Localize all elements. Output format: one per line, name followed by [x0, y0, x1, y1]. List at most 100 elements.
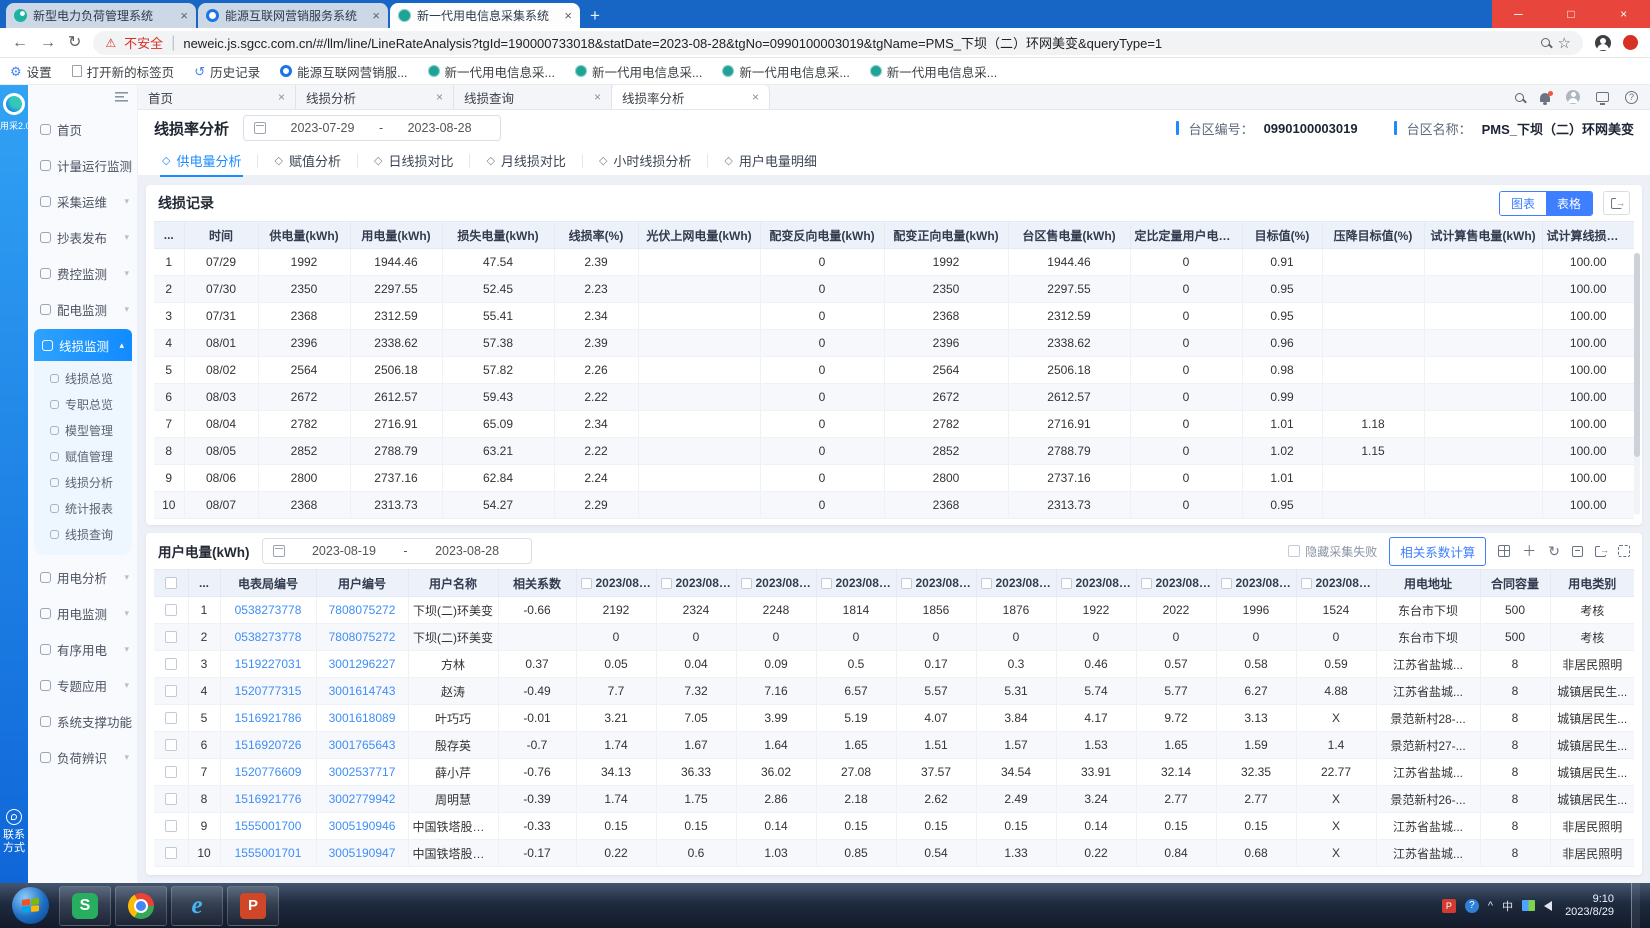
date-col-checkbox[interactable] — [581, 578, 592, 589]
bookmark-item[interactable]: 新一代用电信息采... — [870, 62, 997, 81]
chart-view-button[interactable]: 图表 — [1500, 192, 1546, 215]
tray-help-icon[interactable]: ? — [1465, 899, 1479, 913]
user-no-link[interactable]: 3001618089 — [316, 705, 408, 732]
start-button[interactable] — [12, 887, 49, 924]
taskbar-clock[interactable]: 9:10 2023/8/29 — [1565, 893, 1614, 919]
user-no-link[interactable]: 3005190947 — [316, 840, 408, 867]
row-checkbox[interactable] — [165, 712, 177, 724]
bell-icon[interactable] — [1540, 93, 1550, 102]
browser-tab[interactable]: 新一代用电信息采集系统× — [390, 3, 580, 28]
sidebar-item-采集运维[interactable]: 采集运维▾ — [28, 183, 137, 219]
url-text[interactable]: neweic.js.sgcc.com.cn/#/llm/line/LineRat… — [183, 33, 1532, 52]
subtab-小时线损分析[interactable]: ◇小时线损分析 — [583, 146, 707, 175]
meter-no-link[interactable]: 1519227031 — [220, 651, 316, 678]
meter-no-link[interactable]: 1516921776 — [220, 786, 316, 813]
sidebar-item-抄表发布[interactable]: 抄表发布▾ — [28, 219, 137, 255]
tab-close-icon[interactable]: × — [372, 8, 380, 23]
taskbar-ppt-button[interactable]: P — [227, 886, 279, 926]
taskbar-wps-button[interactable]: S — [59, 886, 111, 926]
bookmark-item[interactable]: 能源互联网营销服... — [280, 62, 407, 81]
tab-close-icon[interactable]: × — [436, 90, 443, 104]
row-checkbox[interactable] — [165, 820, 177, 832]
maximize-button[interactable]: □ — [1545, 0, 1598, 28]
date-col-checkbox[interactable] — [821, 578, 832, 589]
tab-close-icon[interactable]: × — [278, 90, 285, 104]
user-no-link[interactable]: 3001614743 — [316, 678, 408, 705]
table-view-button[interactable]: 表格 — [1546, 192, 1592, 215]
fullscreen-icon[interactable] — [1596, 92, 1609, 102]
subtab-月线损对比[interactable]: ◇月线损对比 — [470, 146, 581, 175]
sidebar-item-专题应用[interactable]: 专题应用▾ — [28, 667, 137, 703]
save-button[interactable] — [1572, 546, 1583, 557]
bookmark-item[interactable]: 新一代用电信息采... — [575, 62, 702, 81]
tray-ime-icon[interactable]: 中 — [1502, 898, 1513, 914]
back-button[interactable]: ← — [12, 35, 28, 51]
row-checkbox[interactable] — [165, 604, 177, 616]
hide-failed-toggle[interactable]: 隐藏采集失败 — [1288, 543, 1377, 560]
tray-network-icon[interactable] — [1522, 900, 1535, 911]
taskbar-chrome-button[interactable] — [115, 886, 167, 926]
correlation-calc-button[interactable]: 相关系数计算 — [1389, 537, 1486, 566]
hide-failed-checkbox[interactable] — [1288, 545, 1300, 557]
update-badge-icon[interactable] — [1623, 35, 1638, 50]
meter-no-link[interactable]: 1520777315 — [220, 678, 316, 705]
workspace-tab-线损查询[interactable]: 线损查询× — [454, 85, 612, 109]
sidebar-item-负荷辨识[interactable]: 负荷辨识▾ — [28, 739, 137, 775]
profile-icon[interactable] — [1595, 35, 1611, 51]
meter-no-link[interactable]: 1520776609 — [220, 759, 316, 786]
tray-red-app-icon[interactable]: P — [1442, 899, 1456, 913]
bookmark-item[interactable]: 打开新的标签页 — [72, 62, 175, 81]
meter-no-link[interactable]: 0538273778 — [220, 597, 316, 624]
date-col-checkbox[interactable] — [981, 578, 992, 589]
sidebar-item-用电分析[interactable]: 用电分析▾ — [28, 559, 137, 595]
user-no-link[interactable]: 3002779942 — [316, 786, 408, 813]
browser-tab[interactable]: 新型电力负荷管理系统× — [6, 3, 196, 28]
table-scrollbar[interactable] — [1634, 253, 1640, 515]
date-col-checkbox[interactable] — [741, 578, 752, 589]
tab-close-icon[interactable]: × — [564, 8, 572, 23]
add-button[interactable]: ＋ — [1522, 544, 1536, 558]
sidebar-item-用电监测[interactable]: 用电监测▾ — [28, 595, 137, 631]
select-all-checkbox[interactable] — [165, 577, 177, 589]
sidebar-subitem-模型管理[interactable]: 模型管理 — [34, 417, 132, 443]
bookmark-item[interactable]: 新一代用电信息采... — [428, 62, 555, 81]
sidebar-item-系统支撑功能[interactable]: 系统支撑功能▾ — [28, 703, 137, 739]
url-bar[interactable]: ⚠ 不安全 | neweic.js.sgcc.com.cn/#/llm/line… — [93, 31, 1583, 55]
browser-tab[interactable]: 能源互联网营销服务系统× — [198, 3, 388, 28]
sidebar-subitem-线损查询[interactable]: 线损查询 — [34, 521, 132, 547]
sidebar-subitem-统计报表[interactable]: 统计报表 — [34, 495, 132, 521]
sidebar-item-线损监测[interactable]: 线损监测▴ — [34, 329, 132, 361]
row-checkbox[interactable] — [165, 739, 177, 751]
minimize-button[interactable]: ─ — [1492, 0, 1545, 28]
user-no-link[interactable]: 7808075272 — [316, 597, 408, 624]
sidebar-item-首页[interactable]: 首页 — [28, 111, 137, 147]
fullscreen-button[interactable] — [1618, 545, 1630, 557]
row-checkbox[interactable] — [165, 793, 177, 805]
forward-button[interactable]: → — [40, 35, 56, 51]
contact-widget[interactable]: 联系 方式 — [0, 809, 28, 855]
user-date-range-picker[interactable]: 2023-08-19 - 2023-08-28 — [262, 538, 532, 564]
subtab-赋值分析[interactable]: ◇赋值分析 — [258, 146, 356, 175]
search-icon[interactable] — [1541, 38, 1550, 47]
date-col-checkbox[interactable] — [901, 578, 912, 589]
reload-button[interactable]: ↻ — [68, 35, 81, 51]
sidebar-subitem-赋值管理[interactable]: 赋值管理 — [34, 443, 132, 469]
new-tab-button[interactable]: + — [582, 3, 608, 28]
user-avatar-icon[interactable] — [1566, 90, 1580, 104]
row-checkbox[interactable] — [165, 847, 177, 859]
tray-caret-icon[interactable]: ^ — [1488, 900, 1493, 912]
row-checkbox[interactable] — [165, 631, 177, 643]
subtab-供电量分析[interactable]: ◇供电量分析 — [146, 146, 257, 175]
export-button[interactable] — [1595, 546, 1606, 557]
tab-close-icon[interactable]: × — [594, 90, 601, 104]
meter-no-link[interactable]: 1516920726 — [220, 732, 316, 759]
workspace-tab-线损分析[interactable]: 线损分析× — [296, 85, 454, 109]
meter-no-link[interactable]: 1516921786 — [220, 705, 316, 732]
tab-close-icon[interactable]: × — [180, 8, 188, 23]
tray-volume-icon[interactable] — [1544, 901, 1552, 911]
sidebar-item-配电监测[interactable]: 配电监测▾ — [28, 291, 137, 327]
user-no-link[interactable]: 3001296227 — [316, 651, 408, 678]
show-desktop-button[interactable] — [1631, 883, 1640, 928]
scrollbar-thumb[interactable] — [1634, 253, 1640, 457]
user-no-link[interactable]: 7808075272 — [316, 624, 408, 651]
